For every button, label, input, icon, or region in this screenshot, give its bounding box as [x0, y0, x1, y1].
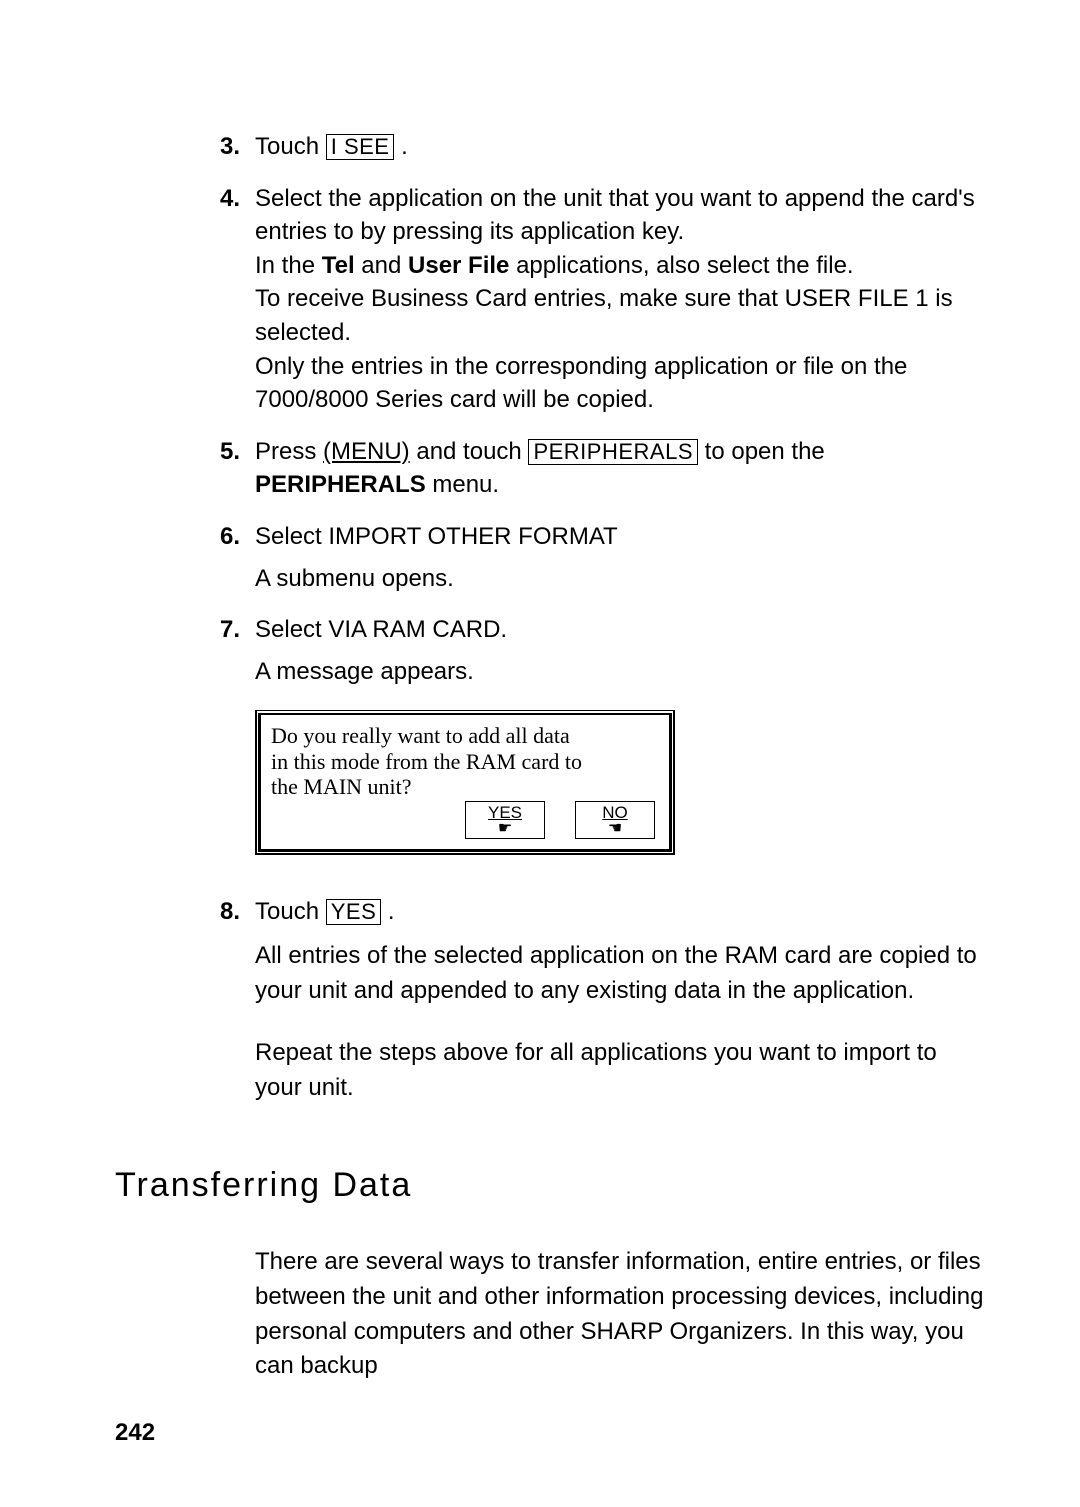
step8-para2: Repeat the steps above for all applicati… — [255, 1036, 990, 1106]
tel-label: Tel — [322, 252, 355, 279]
step-body: Touch YES . All entries of the selected … — [255, 895, 990, 1106]
step4-para-a: Select the application on the unit that … — [255, 182, 990, 249]
step8-para1: All entries of the selected application … — [255, 939, 990, 1009]
i-see-button[interactable]: I SEE — [326, 134, 395, 160]
step-8: 8. Touch YES . All entries of the select… — [165, 895, 990, 1106]
step4-para-d: Only the entries in the corresponding ap… — [255, 350, 990, 417]
dialog-no-button[interactable]: NO ☚ — [575, 801, 655, 839]
peripherals-label: PERIPHERALS — [255, 471, 426, 498]
text: Touch — [255, 898, 326, 925]
text: Press — [255, 438, 323, 465]
yes-button[interactable]: YES — [326, 899, 382, 925]
step-body: Select the application on the unit that … — [255, 182, 990, 417]
step-4: 4. Select the application on the unit th… — [165, 182, 990, 417]
text: . — [381, 898, 394, 925]
step-number: 4. — [165, 182, 255, 417]
menu-key[interactable]: (MENU) — [323, 438, 410, 465]
no-label: NO — [576, 802, 654, 821]
step-5: 5. Press (MENU) and touch PERIPHERALS to… — [165, 435, 990, 502]
text: In the — [255, 252, 322, 279]
step-number: 8. — [165, 895, 255, 1106]
page-number: 242 — [115, 1419, 155, 1447]
step3-text1: Touch — [255, 133, 326, 160]
text: and — [355, 252, 408, 279]
step-7: 7. Select VIA RAM CARD. A message appear… — [165, 613, 990, 688]
step3-text2: . — [401, 133, 408, 160]
step4-para-b: In the Tel and User File applications, a… — [255, 249, 990, 283]
step4-para-c: To receive Business Card entries, make s… — [255, 282, 990, 349]
step6-line1: Select IMPORT OTHER FORMAT — [255, 520, 990, 554]
step-6: 6. Select IMPORT OTHER FORMAT A submenu … — [165, 520, 990, 595]
text: applications, also select the file. — [509, 252, 853, 279]
hand-right-icon: ☛ — [466, 821, 544, 838]
step-body: Select IMPORT OTHER FORMAT A submenu ope… — [255, 520, 990, 595]
dialog-line2: in this mode from the RAM card to — [271, 749, 659, 774]
step-number: 5. — [165, 435, 255, 502]
step-body: Touch I SEE . — [255, 130, 990, 164]
step7-line1: Select VIA RAM CARD. — [255, 613, 990, 647]
step-body: Select VIA RAM CARD. A message appears. — [255, 613, 990, 688]
step-number: 6. — [165, 520, 255, 595]
step-number: 3. — [165, 130, 255, 164]
confirm-dialog: Do you really want to add all data in th… — [255, 710, 675, 855]
text: menu. — [426, 471, 499, 498]
text: and touch — [410, 438, 529, 465]
step-3: 3. Touch I SEE . — [165, 130, 990, 164]
step6-line2: A submenu opens. — [255, 562, 990, 596]
dialog-line1: Do you really want to add all data — [271, 723, 659, 748]
section-paragraph: There are several ways to transfer infor… — [255, 1245, 990, 1384]
step-number: 7. — [165, 613, 255, 688]
hand-left-icon: ☚ — [576, 821, 654, 838]
user-file-label: User File — [408, 252, 509, 279]
text: to open the — [698, 438, 825, 465]
step7-line2: A message appears. — [255, 655, 990, 689]
peripherals-button[interactable]: PERIPHERALS — [528, 439, 698, 465]
yes-label: YES — [466, 802, 544, 821]
dialog-line3: the MAIN unit? — [271, 774, 659, 799]
section-title: Transferring Data — [115, 1166, 990, 1205]
dialog-yes-button[interactable]: YES ☛ — [465, 801, 545, 839]
step-body: Press (MENU) and touch PERIPHERALS to op… — [255, 435, 990, 502]
dialog-message: Do you really want to add all data in th… — [261, 715, 669, 801]
